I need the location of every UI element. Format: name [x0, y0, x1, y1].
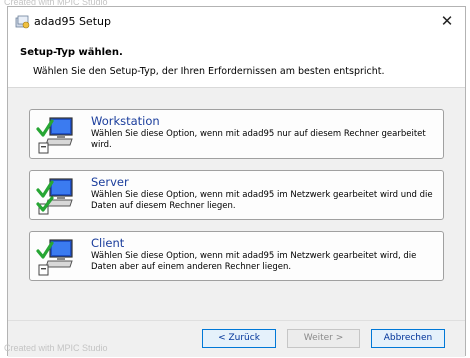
option-client[interactable]: Client Wählen Sie diese Option, wenn mit…	[29, 231, 444, 281]
server-icon	[36, 178, 73, 215]
next-button[interactable]: Weiter >	[287, 329, 360, 348]
setup-window: adad95 Setup ✕ Setup-Typ wählen. Wählen …	[7, 6, 466, 357]
page-title: Setup-Typ wählen.	[20, 47, 123, 58]
cancel-button[interactable]: Abbrechen	[371, 329, 445, 348]
option-title: Workstation	[91, 114, 160, 128]
page-subtitle: Wählen Sie den Setup-Typ, der Ihren Erfo…	[33, 66, 385, 77]
setup-app-icon	[15, 15, 30, 29]
options-panel: Workstation Wählen Sie diese Option, wen…	[8, 88, 465, 320]
window-title: adad95 Setup	[34, 15, 111, 28]
workstation-icon	[36, 117, 73, 154]
close-icon[interactable]: ✕	[429, 7, 465, 35]
option-title: Server	[91, 175, 129, 189]
option-description: Wählen Sie diese Option, wenn mit adad95…	[91, 251, 417, 272]
back-button[interactable]: < Zurück	[202, 329, 276, 348]
option-title: Client	[91, 236, 125, 250]
header-panel: Setup-Typ wählen. Wählen Sie den Setup-T…	[8, 35, 465, 88]
option-description: Wählen Sie diese Option, wenn mit adad95…	[91, 190, 433, 211]
title-bar: adad95 Setup ✕	[8, 7, 465, 35]
watermark-bottom: Created with MPIC Studio	[4, 343, 108, 353]
client-icon	[36, 239, 73, 276]
option-server[interactable]: Server Wählen Sie diese Option, wenn mit…	[29, 170, 444, 220]
option-description: Wählen Sie diese Option, wenn mit adad95…	[91, 129, 426, 150]
option-workstation[interactable]: Workstation Wählen Sie diese Option, wen…	[29, 109, 444, 159]
